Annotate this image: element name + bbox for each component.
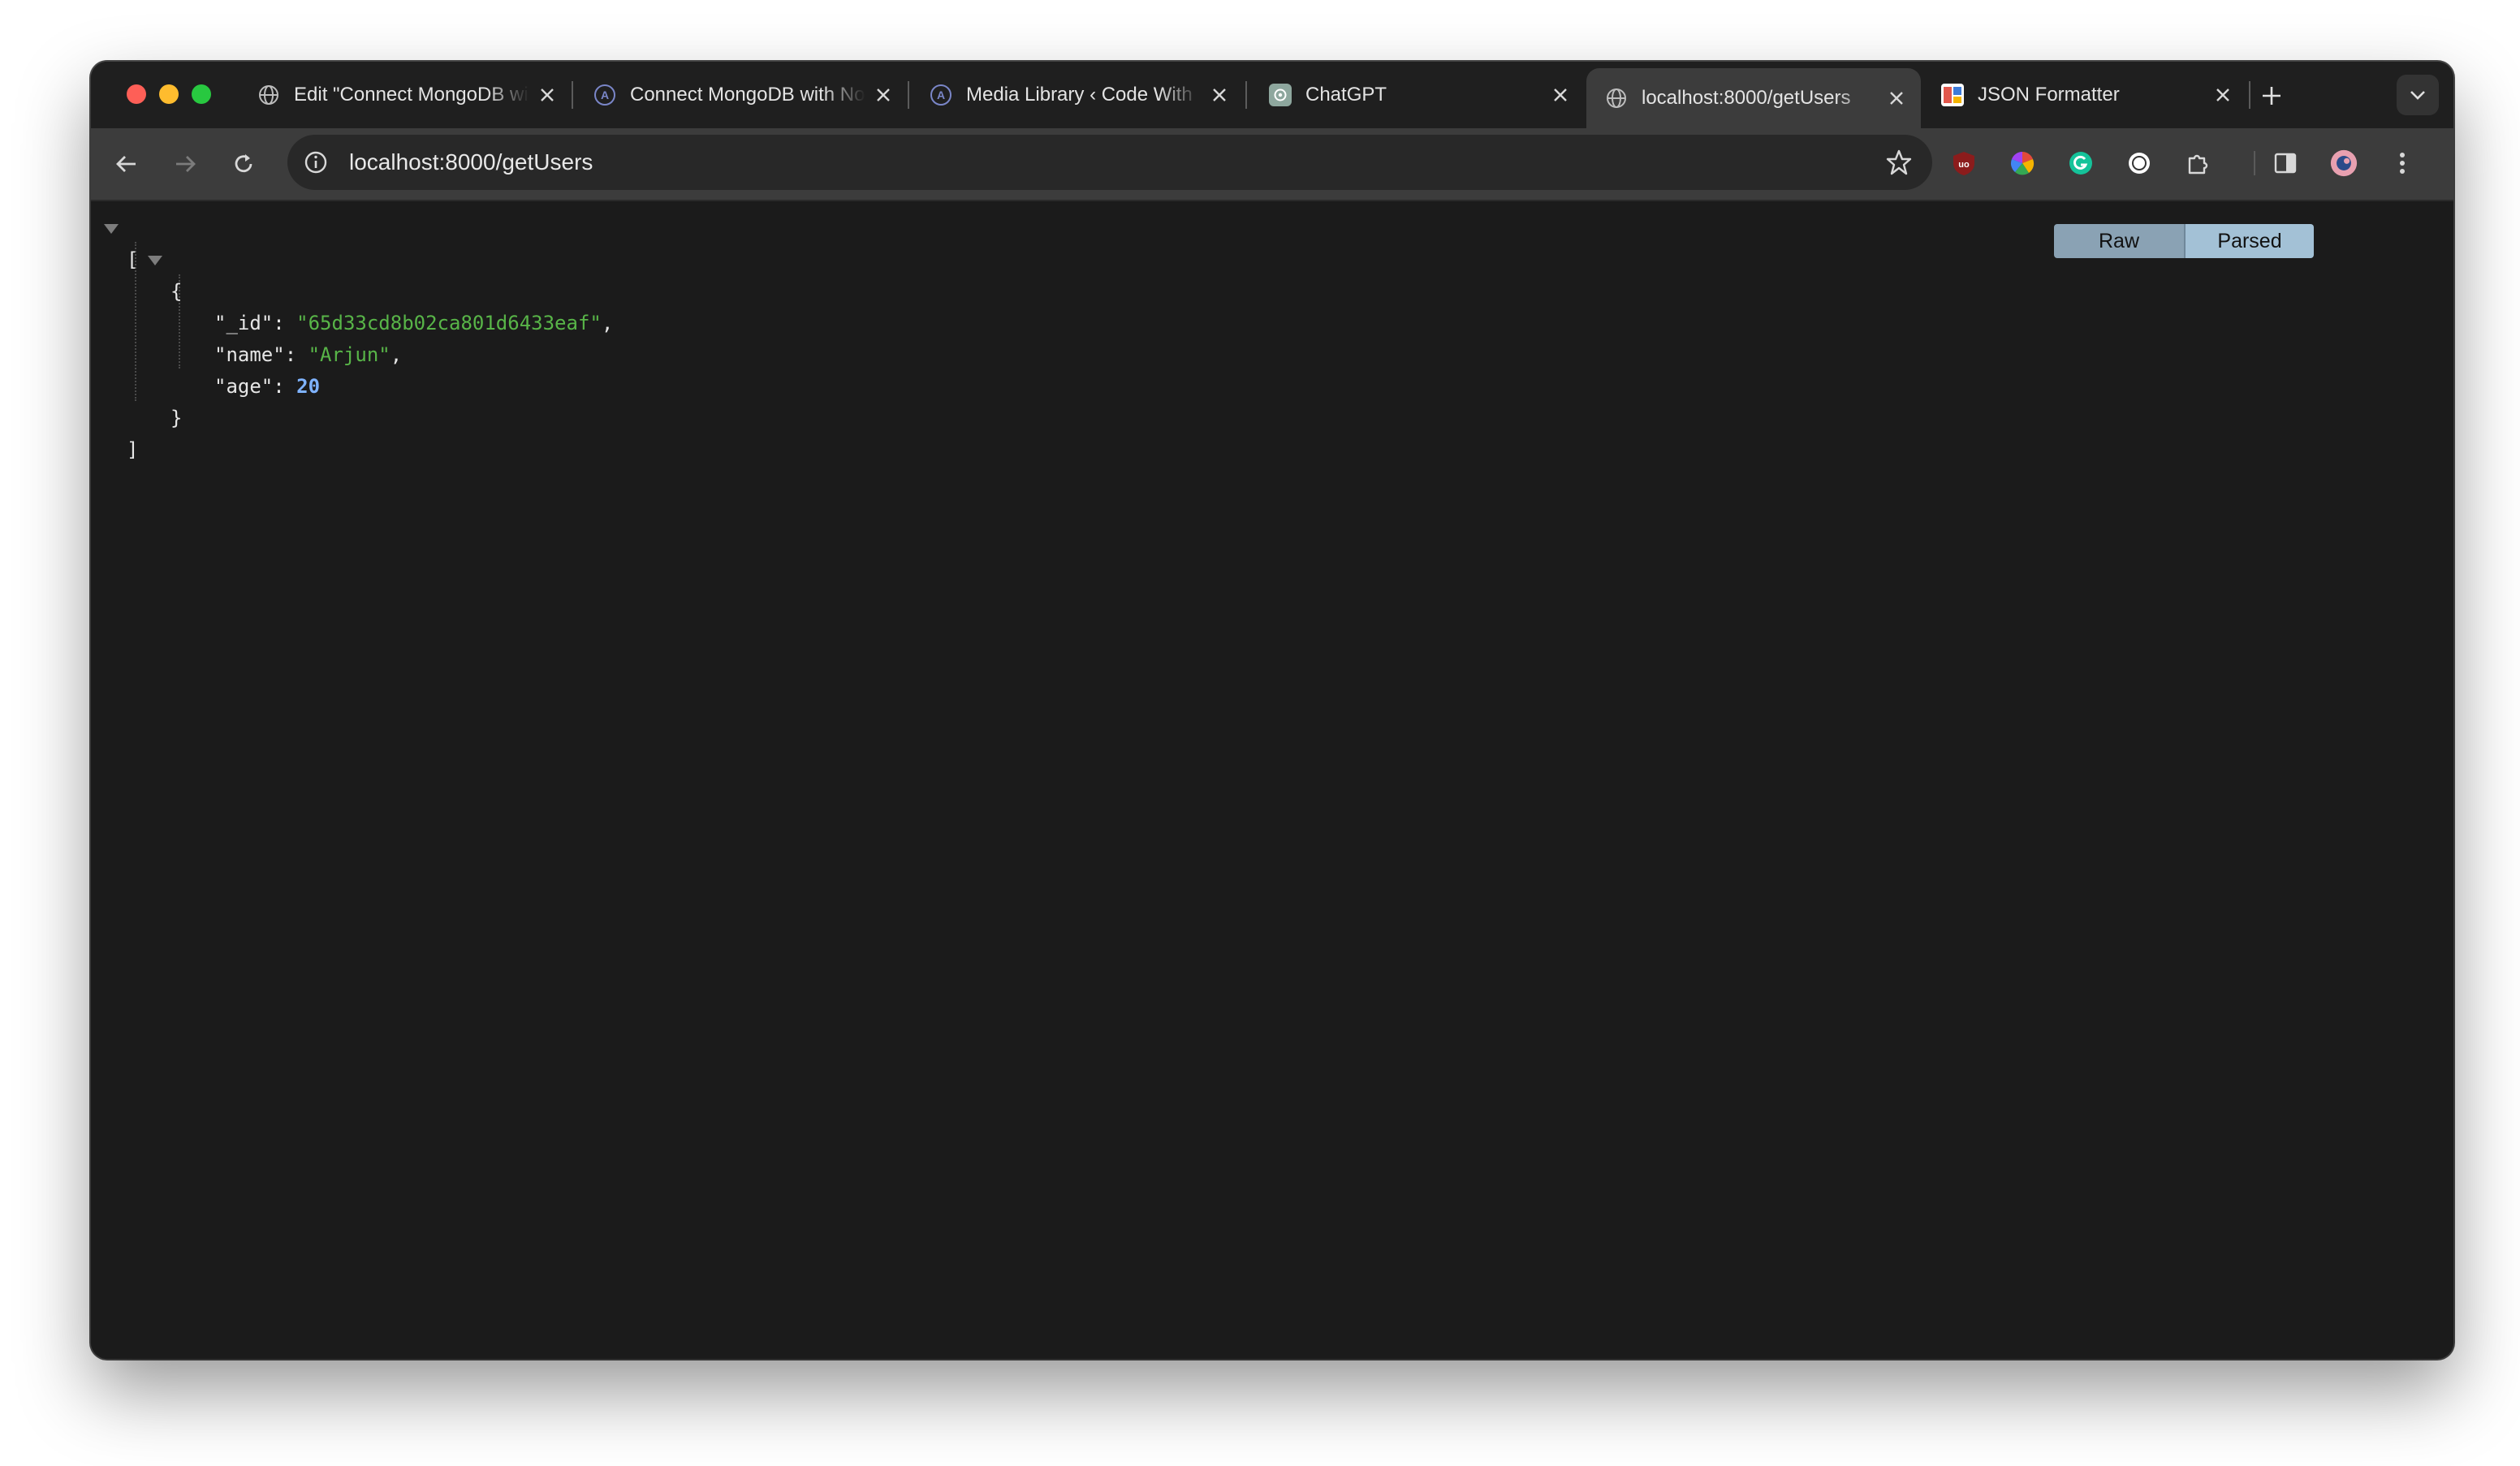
json-value: "65d33cd8b02ca801d6433eaf": [296, 312, 602, 334]
arrow-left-icon: [116, 156, 136, 172]
tab-separator: [1245, 81, 1247, 109]
close-tab-icon[interactable]: [1549, 84, 1572, 106]
tab-edit-post[interactable]: Edit "Connect MongoDB with: [239, 70, 572, 120]
tab-media-library[interactable]: A Media Library ‹ Code With: [911, 70, 1244, 120]
json-value: 20: [296, 375, 321, 398]
json-array-open: [: [104, 213, 205, 271]
wordpress-icon: A: [593, 83, 617, 107]
json-tree: [ { "_id": "65d33cd8b02ca801d6433eaf", "…: [104, 213, 614, 461]
forward-button[interactable]: [167, 146, 203, 182]
json-object-close: }: [170, 407, 183, 429]
tab-connect-mongodb[interactable]: A Connect MongoDB with Node.js: [575, 70, 908, 120]
wordpress-icon: A: [929, 83, 953, 107]
minimize-window-button[interactable]: [159, 84, 179, 104]
close-tab-icon[interactable]: [1885, 87, 1908, 110]
json-viewer-page: [ { "_id": "65d33cd8b02ca801d6433eaf", "…: [91, 201, 2453, 1359]
view-mode-toggle: Raw Parsed: [2054, 224, 2314, 258]
tab-search-button[interactable]: [2397, 75, 2439, 115]
toolbar-separator: [2254, 151, 2255, 175]
tab-localhost-getusers[interactable]: localhost:8000/getUsers: [1586, 68, 1921, 128]
plus-icon: [2263, 87, 2281, 105]
tab-title: Media Library ‹ Code With: [966, 84, 1193, 106]
tab-separator: [572, 81, 573, 109]
tab-title: Edit "Connect MongoDB with: [294, 84, 529, 106]
address-bar[interactable]: localhost:8000/getUsers: [287, 135, 1932, 190]
back-button[interactable]: [109, 146, 145, 182]
chevron-down-icon: [2410, 91, 2425, 100]
grammarly-icon[interactable]: [2067, 149, 2095, 177]
json-key: "_id": [214, 312, 274, 334]
raw-button[interactable]: Raw: [2054, 224, 2184, 258]
tab-title: Connect MongoDB with Node.js: [630, 84, 865, 106]
json-key: "age": [214, 375, 274, 398]
bookmark-star-icon[interactable]: [1885, 149, 1913, 176]
close-window-button[interactable]: [127, 84, 146, 104]
json-field-name: "name": "Arjun",: [214, 343, 403, 366]
avatar[interactable]: [2330, 149, 2358, 177]
parsed-button[interactable]: Parsed: [2184, 224, 2314, 258]
tab-title: localhost:8000/getUsers: [1642, 87, 1851, 109]
json-value: "Arjun": [308, 343, 391, 366]
new-tab-button[interactable]: [2255, 80, 2288, 112]
url-text: localhost:8000/getUsers: [349, 149, 593, 175]
json-key: "name": [214, 343, 285, 366]
close-tab-icon[interactable]: [2211, 84, 2234, 106]
json-field-age: "age": 20: [214, 375, 321, 398]
json-formatter-icon: [1940, 83, 1965, 107]
globe-icon: [1604, 86, 1629, 110]
circle-extension-icon[interactable]: [2125, 149, 2153, 177]
more-menu-icon[interactable]: [2388, 149, 2416, 177]
json-field-id: "_id": "65d33cd8b02ca801d6433eaf",: [214, 312, 614, 334]
arrow-right-icon: [176, 156, 196, 172]
collapse-toggle-icon[interactable]: [104, 224, 119, 234]
json-object-open: {: [110, 244, 205, 303]
zoom-window-button[interactable]: [192, 84, 211, 104]
close-tab-icon[interactable]: [1208, 84, 1231, 106]
svg-text:uo: uo: [1958, 160, 1970, 170]
reload-icon: [235, 154, 252, 173]
tab-separator: [908, 81, 909, 109]
tab-separator: [2249, 81, 2250, 109]
tab-title: ChatGPT: [1305, 84, 1387, 106]
collapse-toggle-icon[interactable]: [148, 256, 162, 265]
site-info-icon[interactable]: [302, 149, 330, 176]
globe-icon: [257, 83, 281, 107]
tab-title: JSON Formatter: [1978, 84, 2120, 106]
tab-strip: Edit "Connect MongoDB with A Connect Mon…: [91, 62, 2453, 128]
close-tab-icon[interactable]: [536, 84, 559, 106]
reload-button[interactable]: [226, 146, 261, 182]
ublock-icon[interactable]: uo: [1950, 149, 1978, 177]
tab-chatgpt[interactable]: ChatGPT: [1250, 70, 1585, 120]
json-array-close: ]: [127, 438, 139, 461]
close-tab-icon[interactable]: [872, 84, 895, 106]
color-picker-icon[interactable]: [2009, 149, 2036, 177]
tab-json-formatter[interactable]: JSON Formatter: [1922, 70, 2247, 120]
extensions-puzzle-icon[interactable]: [2184, 149, 2211, 177]
side-panel-icon[interactable]: [2272, 149, 2299, 177]
chatgpt-icon: [1268, 83, 1292, 107]
